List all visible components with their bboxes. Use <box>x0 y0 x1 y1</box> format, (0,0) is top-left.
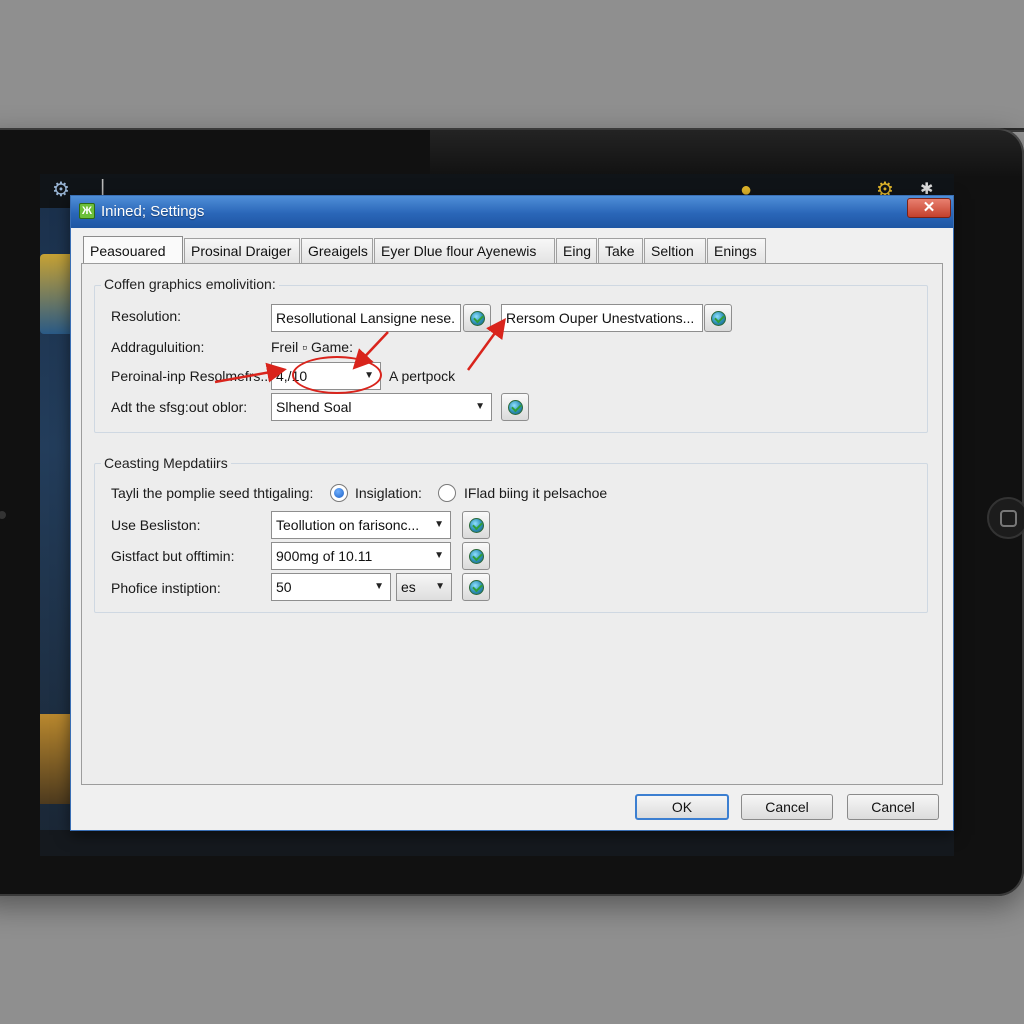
resolution-label: Resolution: <box>111 308 182 324</box>
tab-prosinal-draiger[interactable]: Prosinal Draiger <box>184 238 300 264</box>
globe-check-icon <box>470 311 485 326</box>
tab-enings[interactable]: Enings <box>707 238 766 264</box>
adt-label: Adt the sfsg:out oblor: <box>111 399 248 415</box>
pho-combo[interactable]: 50 ▼ <box>271 573 391 601</box>
chevron-down-icon: ▼ <box>475 401 485 412</box>
dialog-titlebar[interactable]: Ж Inined; Settings ✕ <box>71 196 953 228</box>
home-button[interactable] <box>987 497 1024 539</box>
adt-apply-button[interactable] <box>501 393 529 421</box>
cancel-button[interactable]: Cancel <box>741 794 833 820</box>
chevron-down-icon: ▼ <box>435 581 445 592</box>
radio-iflad[interactable] <box>438 484 456 502</box>
resolution-field[interactable]: Resollutional Lansigne nese. <box>271 304 461 332</box>
adjust-text: Freil ▫ Game: <box>271 339 353 355</box>
ok-button[interactable]: OK <box>635 794 729 820</box>
chevron-down-icon: ▼ <box>434 519 444 530</box>
resolution-field-secondary[interactable]: Rersom Ouper Unestvations... <box>501 304 703 332</box>
cancel-button-secondary[interactable]: Cancel <box>847 794 939 820</box>
chevron-down-icon: ▼ <box>374 581 384 592</box>
gist-combo[interactable]: 900mg of 10.11 ▼ <box>271 542 451 570</box>
resolution-apply-button[interactable] <box>463 304 491 332</box>
tayli-label: Tayli the pomplie seed thtigaling: <box>111 485 314 501</box>
chevron-down-icon: ▼ <box>434 550 444 561</box>
globe-check-icon <box>508 400 523 415</box>
globe-check-icon <box>469 580 484 595</box>
adt-combo[interactable]: Slhend Soal ▼ <box>271 393 492 421</box>
use-apply-button[interactable] <box>462 511 490 539</box>
personal-label: Peroinal-inp Resolmefrs.. <box>111 368 269 384</box>
globe-check-icon <box>469 549 484 564</box>
screen-bottom-bar <box>40 830 954 856</box>
graphics-group-title: Coffen graphics emolivition: <box>101 276 279 292</box>
radio-insiglation[interactable] <box>330 484 348 502</box>
use-label: Use Besliston: <box>111 517 201 533</box>
tab-take[interactable]: Take <box>598 238 643 264</box>
tab-eing[interactable]: Eing <box>556 238 597 264</box>
gist-label: Gistfact but offtimin: <box>111 548 235 564</box>
pho-unit-value: es <box>401 579 416 595</box>
dialog-title: Inined; Settings <box>101 203 205 220</box>
gist-apply-button[interactable] <box>462 542 490 570</box>
pho-apply-button[interactable] <box>462 573 490 601</box>
user-gear-icon[interactable]: ⚙ <box>52 179 70 201</box>
resolution-secondary-apply-button[interactable] <box>704 304 732 332</box>
personal-suffix: A pertpock <box>389 368 456 384</box>
home-button-icon <box>1000 510 1017 527</box>
pho-label: Phofice instiption: <box>111 580 221 596</box>
tab-eyer-dlue[interactable]: Eyer Dlue flour Ayenewis <box>374 238 555 264</box>
use-combo[interactable]: Teollution on farisonc... ▼ <box>271 511 451 539</box>
tab-peasouared[interactable]: Peasouared <box>83 236 183 264</box>
globe-check-icon <box>469 518 484 533</box>
use-combo-value: Teollution on farisonc... <box>276 517 420 533</box>
gist-combo-value: 900mg of 10.11 <box>276 548 373 564</box>
globe-check-icon <box>711 311 726 326</box>
dialog-app-icon: Ж <box>79 203 95 219</box>
tab-seltion[interactable]: Seltion <box>644 238 706 264</box>
annotation-circle <box>292 356 382 394</box>
pho-unit-combo[interactable]: es ▼ <box>396 573 452 601</box>
adt-combo-value: Slhend Soal <box>276 399 352 415</box>
pho-combo-value: 50 <box>276 579 292 595</box>
settings-group-title: Ceasting Mepdatiirs <box>101 455 231 471</box>
tablet-gloss <box>430 130 1024 178</box>
radio-insiglation-label: Insiglation: <box>355 485 422 501</box>
close-button[interactable]: ✕ <box>907 198 951 218</box>
radio-iflad-label: IFlad biing it pelsachoe <box>464 485 608 501</box>
tab-greaigels[interactable]: Greaigels <box>301 238 373 264</box>
adjust-label: Addraguluition: <box>111 339 205 355</box>
